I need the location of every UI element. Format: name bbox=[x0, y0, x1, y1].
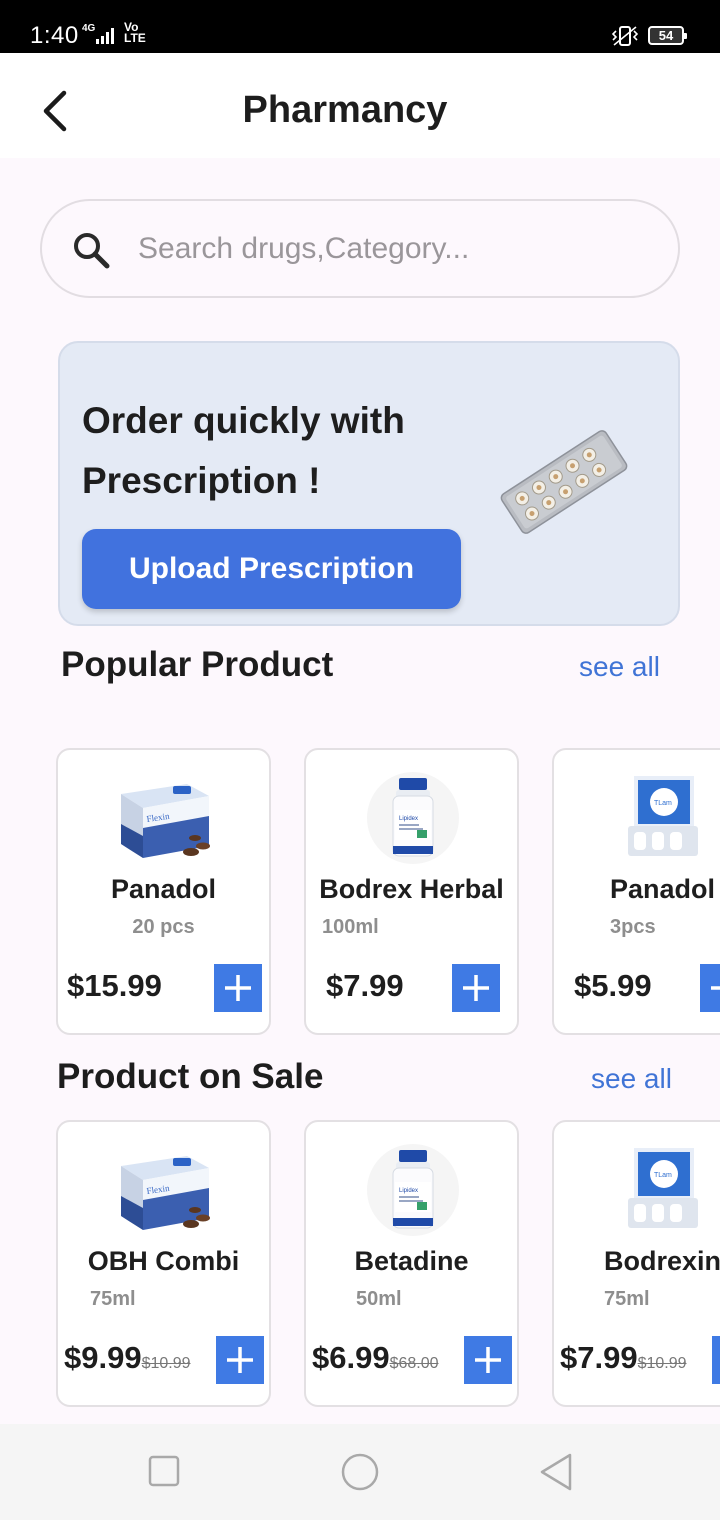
product-price: $6.99$68.00 bbox=[312, 1340, 439, 1376]
product-price: $5.99 bbox=[574, 968, 652, 1003]
blue-medicine-box-image: Flexin bbox=[121, 784, 210, 858]
plus-icon bbox=[227, 1347, 253, 1373]
tablet-pack-image: TLam bbox=[628, 1148, 698, 1228]
search-input[interactable] bbox=[138, 225, 638, 273]
original-price: $68.00 bbox=[389, 1355, 439, 1372]
add-to-cart-button[interactable] bbox=[214, 964, 262, 1012]
add-to-cart-button[interactable] bbox=[216, 1336, 264, 1384]
product-card[interactable]: Lipidex Betadine 50ml $6.99$68.00 bbox=[304, 1120, 519, 1407]
sale-see-all-link[interactable]: see all bbox=[591, 1063, 672, 1095]
popular-section-title: Popular Product bbox=[61, 645, 334, 684]
search-icon bbox=[74, 233, 110, 269]
product-name: Panadol bbox=[610, 874, 716, 904]
square-icon[interactable] bbox=[148, 1454, 180, 1488]
signal-icon bbox=[96, 28, 114, 44]
product-card[interactable]: Lipidex Bodrex Herbal 100ml $7.99 bbox=[304, 748, 519, 1035]
product-name: Panadol bbox=[110, 874, 217, 904]
status-time: 1:40 bbox=[30, 22, 79, 49]
svg-text:TLam: TLam bbox=[654, 800, 672, 807]
svg-text:TLam: TLam bbox=[654, 1172, 672, 1179]
sale-price: $6.99 bbox=[312, 1340, 390, 1375]
product-quantity: 50ml bbox=[356, 1288, 402, 1310]
product-price: $7.99$10.99 bbox=[560, 1340, 687, 1376]
product-name: Bodrex Herbal bbox=[319, 874, 504, 904]
original-price: $10.99 bbox=[637, 1355, 687, 1372]
page-title: Pharmancy bbox=[242, 89, 448, 131]
blue-medicine-box-image: Flexin bbox=[121, 1156, 210, 1230]
product-name: Bodrexin bbox=[604, 1246, 720, 1276]
add-to-cart-button[interactable] bbox=[712, 1336, 720, 1384]
triangle-back-icon[interactable] bbox=[538, 1452, 574, 1492]
product-price: $7.99 bbox=[326, 968, 404, 1003]
product-quantity: 3pcs bbox=[610, 916, 656, 938]
tablet-pack-image: TLam bbox=[628, 776, 698, 856]
app-header: Pharmancy bbox=[0, 53, 720, 158]
sale-section-title: Product on Sale bbox=[57, 1057, 324, 1096]
pharmacy-screen: 1:40 4G Vo LTE 54 Pharmancy Search drugs… bbox=[0, 0, 720, 1520]
network-type: 4G bbox=[82, 23, 96, 34]
product-quantity: 75ml bbox=[604, 1288, 650, 1310]
product-quantity: 20 pcs bbox=[132, 916, 195, 938]
supplement-bottle-image: Lipidex bbox=[367, 772, 459, 864]
product-quantity: 100ml bbox=[322, 916, 379, 938]
add-to-cart-button[interactable] bbox=[452, 964, 500, 1012]
original-price: $10.99 bbox=[141, 1355, 191, 1372]
battery-indicator: 54 bbox=[648, 26, 687, 45]
product-card[interactable]: Flexin OBH Combi 75ml $9.99$10.99 bbox=[56, 1120, 271, 1407]
product-card[interactable]: TLam Bodrexin 75ml $7.99$10.99 bbox=[552, 1120, 720, 1407]
volte-indicator: Vo LTE bbox=[124, 20, 146, 45]
sale-price: $9.99 bbox=[64, 1340, 142, 1375]
banner-title: Order quickly with Prescription ! bbox=[82, 400, 405, 501]
sale-price: $7.99 bbox=[560, 1340, 638, 1375]
status-bar: 1:40 4G Vo LTE 54 bbox=[0, 0, 720, 53]
product-name: Betadine bbox=[354, 1246, 469, 1276]
svg-text:Lipidex: Lipidex bbox=[399, 816, 418, 822]
product-name: OBH Combi bbox=[87, 1246, 240, 1276]
plus-icon bbox=[711, 986, 720, 990]
product-price: $15.99 bbox=[67, 968, 162, 1003]
supplement-bottle-image: Lipidex bbox=[367, 1144, 459, 1236]
add-to-cart-button[interactable] bbox=[464, 1336, 512, 1384]
vibrate-icon bbox=[611, 26, 639, 46]
svg-text:Lipidex: Lipidex bbox=[399, 1188, 418, 1194]
product-card[interactable]: TLam Panadol 3pcs $5.99 bbox=[552, 748, 720, 1035]
product-quantity: 75ml bbox=[90, 1288, 136, 1310]
search-bar[interactable] bbox=[40, 199, 680, 298]
product-price: $9.99$10.99 bbox=[64, 1340, 191, 1376]
plus-icon bbox=[225, 975, 251, 1001]
product-card[interactable]: Flexin Panadol 20 pcs $15.99 bbox=[56, 748, 271, 1035]
popular-see-all-link[interactable]: see all bbox=[579, 651, 660, 683]
circle-icon[interactable] bbox=[340, 1452, 380, 1492]
pill-blister-image bbox=[500, 430, 628, 534]
system-nav-bar bbox=[0, 1424, 720, 1520]
plus-icon bbox=[475, 1347, 501, 1373]
plus-icon bbox=[463, 975, 489, 1001]
add-to-cart-button[interactable] bbox=[700, 964, 720, 1012]
upload-prescription-button[interactable]: Upload Prescription bbox=[82, 529, 461, 609]
prescription-banner: Order quickly with Prescription ! Upload… bbox=[58, 341, 680, 626]
